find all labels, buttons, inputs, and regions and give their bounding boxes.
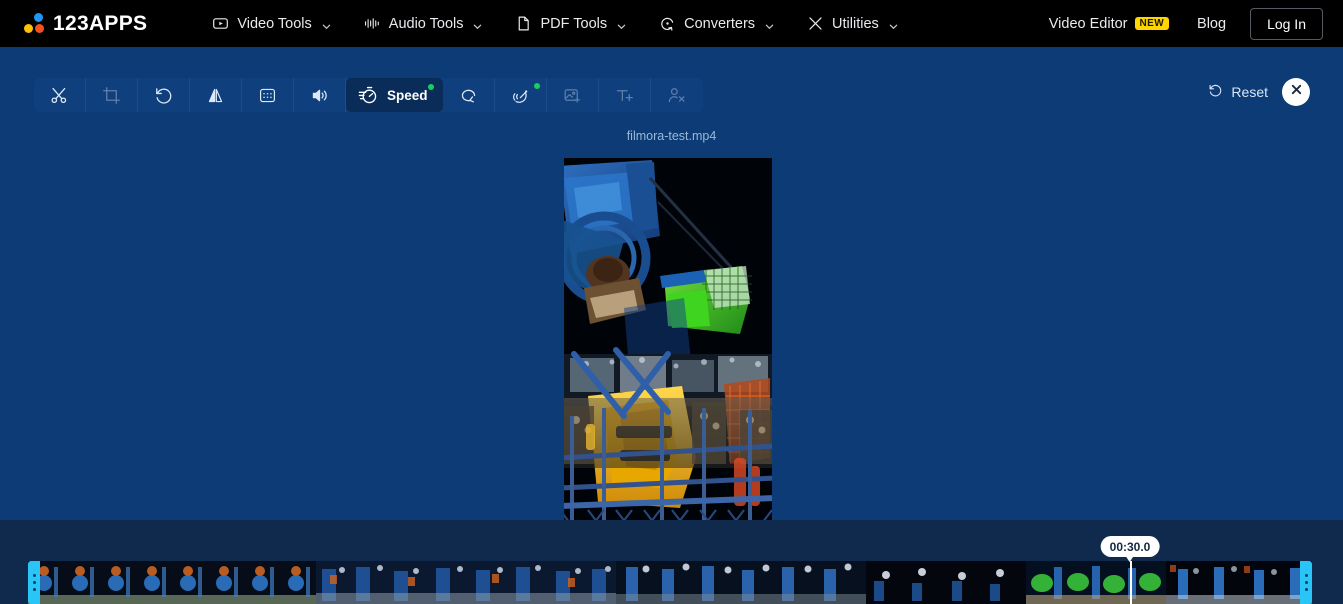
- video-preview[interactable]: [564, 158, 772, 568]
- chevron-down-icon: [889, 19, 898, 30]
- toolbar-speed-label: Speed: [387, 87, 428, 103]
- chevron-down-icon: [322, 19, 331, 30]
- reset-button[interactable]: Reset: [1208, 83, 1268, 101]
- convert-circle-icon: [658, 15, 676, 33]
- main-nav: Video Tools Audio Tools PDF Tools Conver…: [195, 0, 913, 47]
- toolbar-cut-button[interactable]: [34, 78, 86, 112]
- reset-label: Reset: [1231, 84, 1268, 100]
- logo-text: 123APPS: [53, 11, 148, 35]
- toolbar-add-image-button[interactable]: [547, 78, 599, 112]
- nav-label: PDF Tools: [540, 15, 608, 32]
- audio-wave-icon: [363, 15, 381, 33]
- toolbar-add-text-button[interactable]: [599, 78, 651, 112]
- nav-item-video-tools[interactable]: Video Tools: [195, 0, 346, 47]
- site-header: 123APPS Video Tools Audio Tools PDF Tool…: [0, 0, 1343, 47]
- logo-dots-icon: [24, 13, 46, 34]
- effects-new-dot-icon: [533, 83, 540, 89]
- toolbar-flip-button[interactable]: [190, 78, 242, 112]
- toolbar-remove-watermark-button[interactable]: [651, 78, 703, 112]
- nav-item-blog[interactable]: Blog: [1183, 16, 1240, 32]
- nav-item-converters[interactable]: Converters: [642, 0, 790, 47]
- video-frame-image: [564, 158, 772, 568]
- tools-cross-icon: [806, 15, 824, 33]
- new-badge: NEW: [1134, 16, 1170, 31]
- login-button[interactable]: Log In: [1250, 7, 1323, 40]
- preview-filename: filmora-test.mp4: [626, 129, 717, 143]
- editor-workspace: Speed Reset filmora-test.mp4: [0, 47, 1343, 568]
- video-editor-label: Video Editor: [1048, 15, 1128, 32]
- timeline-clip-strip[interactable]: [28, 561, 1312, 604]
- timeline-playhead[interactable]: [1130, 561, 1132, 604]
- nav-label: Converters: [684, 15, 756, 32]
- toolbar-speed-button[interactable]: Speed: [346, 78, 443, 112]
- timeline-thumbnails: [28, 561, 1312, 604]
- toolbar-rotate-button[interactable]: [138, 78, 190, 112]
- timeline-trim-handle-right[interactable]: [1300, 561, 1312, 604]
- chevron-down-icon: [473, 19, 482, 30]
- header-right-actions: Video Editor NEW Blog Log In: [1035, 7, 1323, 40]
- nav-item-video-editor[interactable]: Video Editor NEW: [1035, 16, 1183, 32]
- speed-new-dot-icon: [427, 84, 434, 90]
- nav-label: Audio Tools: [388, 15, 464, 32]
- toolbar-volume-button[interactable]: [294, 78, 346, 112]
- timeline-trim-handle-left[interactable]: [28, 561, 40, 604]
- rotate-ccw-icon: [1208, 83, 1223, 101]
- toolbar-loop-button[interactable]: [443, 78, 495, 112]
- toolbar-crop-button[interactable]: [86, 78, 138, 112]
- video-play-icon: [211, 15, 229, 33]
- nav-item-pdf-tools[interactable]: PDF Tools: [498, 0, 642, 47]
- toolbar-frame-button[interactable]: [242, 78, 294, 112]
- nav-label: Utilities: [832, 15, 879, 32]
- nav-label: Video Tools: [237, 15, 312, 32]
- timeline-time-label: 00:30.0: [1100, 536, 1160, 562]
- editor-toolbar: Speed: [34, 78, 703, 112]
- nav-item-audio-tools[interactable]: Audio Tools: [347, 0, 499, 47]
- close-editor-button[interactable]: [1282, 78, 1310, 106]
- toolbar-right-actions: Reset: [1208, 78, 1310, 106]
- document-icon: [514, 15, 532, 33]
- logo-123apps[interactable]: 123APPS: [24, 0, 147, 47]
- chevron-down-icon: [765, 19, 774, 30]
- chevron-down-icon: [617, 19, 626, 30]
- timeline[interactable]: [0, 520, 1343, 604]
- toolbar-effects-button[interactable]: [495, 78, 547, 112]
- nav-item-utilities[interactable]: Utilities: [790, 0, 914, 47]
- close-icon: [1290, 83, 1303, 101]
